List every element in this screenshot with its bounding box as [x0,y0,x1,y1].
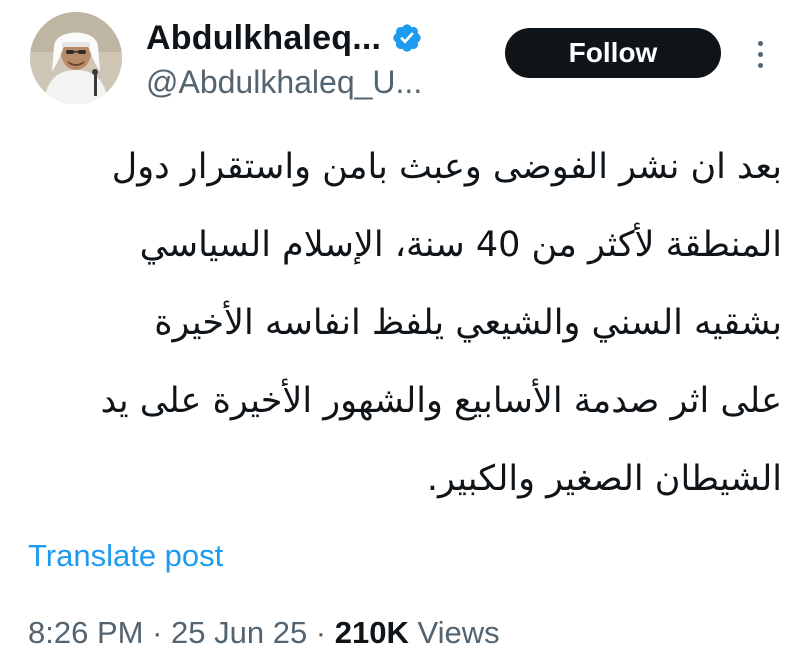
tweet-line: الشيطان الصغير والكبير. [426,459,782,499]
post-date[interactable]: 25 Jun 25 [171,615,307,650]
more-options-icon[interactable] [748,32,772,76]
translate-post-link[interactable]: Translate post [28,538,223,574]
more-dot [757,62,763,68]
more-dot [757,40,763,46]
meta-separator: · [307,615,335,650]
views-count[interactable]: 210K [335,615,409,650]
tweet-text: بعد ان نشر الفوضى وعبث بامن واستقرار دول… [20,128,782,518]
author-name-row: Abdulkhaleq... [146,16,423,60]
tweet-line: على اثر صدمة الأسابيع والشهور الأخيرة عل… [100,381,782,421]
verified-badge-icon[interactable] [391,22,423,54]
tweet-meta: 8:26 PM · 25 Jun 25 · 210K Views [28,615,500,651]
author-handle[interactable]: @Abdulkhaleq_U... [146,64,422,101]
profile-photo [30,12,122,104]
follow-button[interactable]: Follow [505,28,721,78]
meta-separator: · [143,615,172,650]
views-label: Views [408,615,500,650]
tweet-line: بشقيه السني والشيعي يلفظ انفاسه الأخيرة [154,303,782,343]
tweet-line: المنطقة لأكثر من 40 سنة، الإسلام السياسي [139,225,782,265]
tweet-line: بعد ان نشر الفوضى وعبث بامن واستقرار دول [111,147,782,187]
display-name[interactable]: Abdulkhaleq... [146,19,381,58]
more-dot [757,51,763,57]
avatar[interactable] [30,12,122,104]
post-time[interactable]: 8:26 PM [28,615,143,650]
